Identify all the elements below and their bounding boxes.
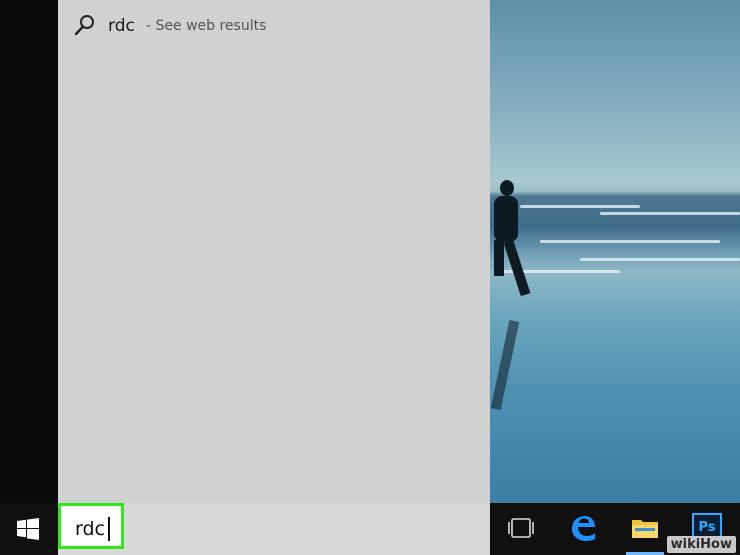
result-query: rdc	[108, 16, 135, 36]
edge-icon[interactable]	[568, 513, 598, 543]
text-caret	[108, 517, 110, 541]
watermark: wikiHow	[666, 536, 736, 553]
result-suffix: - See web results	[146, 18, 267, 34]
taskbar-search-box: rdc	[58, 503, 490, 555]
windows-logo-icon	[17, 518, 39, 540]
search-results-panel: rdc - See web results	[58, 0, 490, 503]
wave	[520, 205, 640, 208]
runner-reflection	[490, 319, 520, 411]
runner-leg	[494, 240, 504, 276]
runner-head	[500, 180, 514, 196]
runner-leg	[503, 239, 531, 297]
task-view-icon[interactable]	[506, 513, 536, 543]
wave	[600, 212, 740, 215]
file-explorer-icon[interactable]	[630, 513, 660, 543]
taskbar: rdc Ps wikiHow	[0, 503, 740, 555]
start-menu-left-strip	[0, 0, 58, 503]
search-input-value: rdc	[75, 518, 105, 540]
wave	[540, 240, 720, 243]
search-icon	[74, 15, 94, 36]
web-result-row[interactable]: rdc - See web results	[58, 6, 490, 46]
photoshop-label: Ps	[698, 520, 716, 535]
start-button[interactable]	[0, 503, 56, 555]
wave	[580, 258, 740, 261]
search-input[interactable]: rdc	[58, 503, 124, 549]
runner-body	[494, 196, 518, 242]
